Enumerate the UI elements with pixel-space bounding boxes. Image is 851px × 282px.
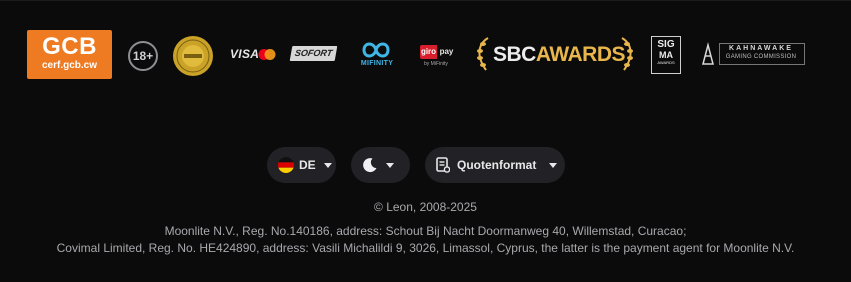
document-icon xyxy=(436,157,450,173)
awards-word: AWARDS xyxy=(535,43,626,66)
legal-line-2: Covimal Limited, Reg. No. HE424890, addr… xyxy=(56,241,795,255)
copyright-text: © Leon, 2008-2025 xyxy=(374,200,477,214)
mastercard-icon xyxy=(258,49,276,60)
chevron-down-icon xyxy=(323,162,332,168)
giropay-logo: giro pay xyxy=(420,45,456,59)
visa-logo: VISA xyxy=(230,47,260,61)
sbc-awards-logo: SBCAWARDS xyxy=(474,36,636,72)
germany-flag-icon xyxy=(278,157,294,173)
sbc-awards-text: SBCAWARDS xyxy=(493,43,626,67)
gcb-license-logo[interactable]: GCB cerf.gcb.cw xyxy=(27,30,112,79)
giropay-pay: pay xyxy=(439,47,454,56)
license-logos-row: GCB cerf.gcb.cw 18+ VISA SOFORT MIFINITY… xyxy=(0,0,851,110)
theme-toggle[interactable] xyxy=(351,147,410,183)
kahnawake-emblem-icon xyxy=(702,42,714,65)
mifinity-label: MIFINITY xyxy=(360,60,394,67)
laurel-left-icon xyxy=(477,37,489,71)
kahnawake-logo[interactable]: KAHNAWAKE GAMING COMMISSION xyxy=(700,42,806,68)
laurel-right-icon xyxy=(621,37,633,71)
gcb-logo-subtitle: cerf.gcb.cw xyxy=(41,60,98,71)
kahnawake-sub: GAMING COMMISSION xyxy=(725,54,797,60)
sigma-awards-logo: SIG MA AWARDS xyxy=(651,36,681,74)
language-value: DE xyxy=(299,158,316,172)
odds-format-label: Quotenformat xyxy=(457,158,537,172)
chevron-down-icon xyxy=(549,162,558,168)
giropay-giro: giro xyxy=(420,45,437,59)
kahnawake-name: KAHNAWAKE xyxy=(729,45,793,52)
gcb-logo-title: GCB xyxy=(42,33,97,60)
sigma-line-2: MA xyxy=(659,50,673,60)
moon-icon xyxy=(363,158,377,173)
sigma-line-3: AWARDS xyxy=(657,60,675,65)
sbc-word: SBC xyxy=(493,43,536,66)
odds-format-selector[interactable]: Quotenformat xyxy=(425,147,565,183)
legal-line-1: Moonlite N.V., Reg. No.140186, address: … xyxy=(164,224,687,238)
giropay-sub: by MiFinity xyxy=(424,61,448,67)
language-selector[interactable]: DE xyxy=(267,147,336,183)
chevron-down-icon xyxy=(386,162,394,168)
responsible-gaming-seal-icon xyxy=(173,36,213,76)
age-restriction-badge: 18+ xyxy=(128,41,158,71)
sigma-line-1: SIG xyxy=(657,39,675,50)
sofort-logo: SOFORT xyxy=(289,46,338,61)
